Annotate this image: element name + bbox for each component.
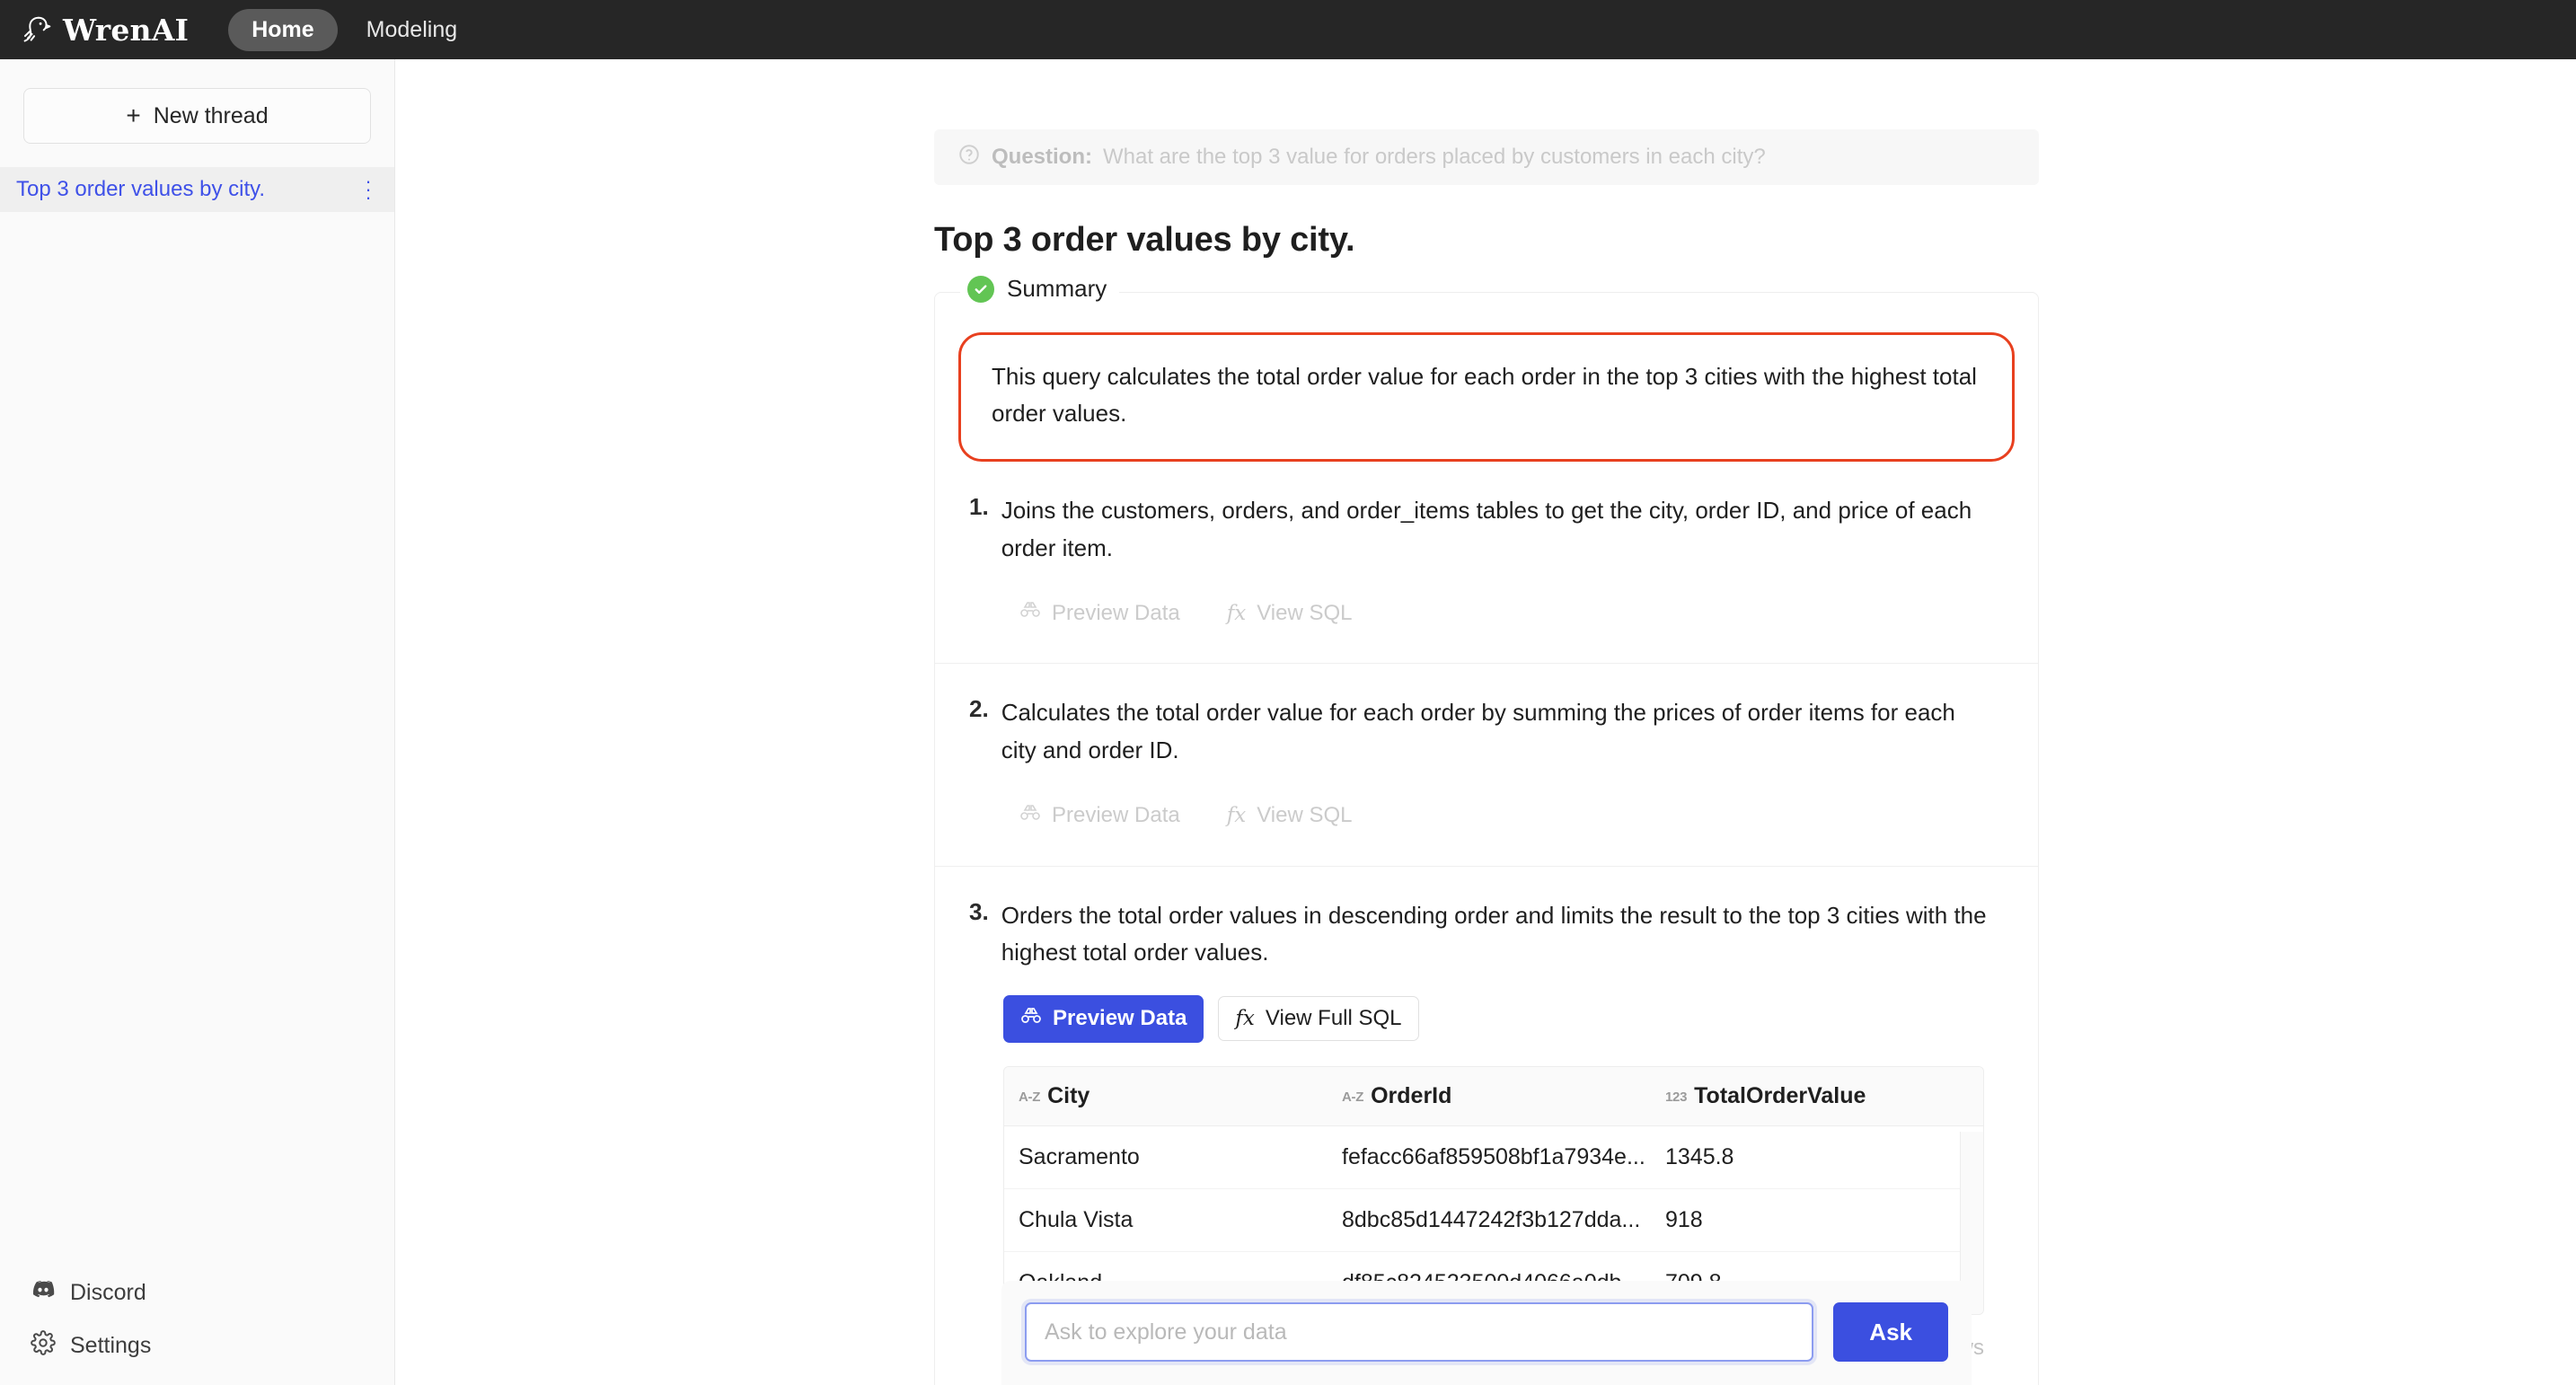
cell-total: 918: [1651, 1188, 1983, 1252]
preview-data-label: Preview Data: [1052, 803, 1180, 828]
cell-city: Chula Vista: [1004, 1188, 1328, 1252]
wren-bird-logo-icon: [18, 13, 52, 47]
preview-data-button-active[interactable]: Preview Data: [1003, 994, 1204, 1043]
step-text: Orders the total order values in descend…: [1001, 901, 1987, 966]
table-row: Chula Vista 8dbc85d1447242f3b127dda... 9…: [1004, 1188, 1983, 1252]
sidebar-footer: Discord Settings: [0, 1277, 394, 1385]
brand-name: WrenAI: [63, 12, 190, 48]
summary-highlight-annotation: This query calculates the total order va…: [958, 332, 2015, 463]
summary-legend: Summary: [960, 275, 1120, 303]
column-label-city: City: [1047, 1082, 1090, 1108]
gear-icon: [31, 1330, 56, 1362]
fx-icon: fx: [1226, 804, 1247, 828]
question-text: What are the top 3 value for orders plac…: [1103, 145, 1766, 169]
fx-icon: fx: [1226, 601, 1247, 625]
check-circle-icon: [967, 275, 994, 303]
view-full-sql-button[interactable]: fx View Full SQL: [1218, 996, 1419, 1042]
page-title: Top 3 order values by city.: [934, 221, 1355, 259]
nav-item-home[interactable]: Home: [228, 8, 338, 51]
nav-item-modeling[interactable]: Modeling: [343, 9, 481, 51]
plus-icon: +: [126, 101, 141, 129]
step-item: 2. Calculates the total order value for …: [935, 663, 2038, 865]
step-actions: Preview Data fx View SQL: [1003, 793, 2011, 839]
view-sql-button[interactable]: fx View SQL: [1211, 592, 1369, 635]
thread-item-selected[interactable]: Top 3 order values by city. · · ·: [0, 167, 394, 212]
more-vertical-icon[interactable]: · · ·: [355, 171, 373, 207]
view-sql-label: View SQL: [1257, 803, 1353, 828]
string-type-icon: A-Z: [1019, 1089, 1041, 1105]
sidebar-settings-label: Settings: [70, 1333, 152, 1358]
summary-card: Summary This query calculates the total …: [934, 275, 2039, 1385]
binoculars-icon: [1019, 599, 1041, 627]
sidebar-discord-label: Discord: [70, 1280, 146, 1305]
question-bar: Question: What are the top 3 value for o…: [934, 129, 2039, 185]
question-circle-icon: [957, 143, 981, 172]
summary-text: This query calculates the total order va…: [992, 363, 1977, 428]
binoculars-icon: [1020, 1005, 1042, 1033]
new-thread-label: New thread: [153, 102, 269, 128]
table-row: Sacramento fefacc66af859508bf1a7934e... …: [1004, 1125, 1983, 1189]
binoculars-icon: [1019, 802, 1041, 830]
cell-orderid: fefacc66af859508bf1a7934e...: [1328, 1125, 1651, 1189]
table-header-row: A-Z City A-Z OrderId 123 TotalOrderValue: [1004, 1066, 1983, 1126]
cell-total: 1345.8: [1651, 1125, 1983, 1189]
sidebar-item-discord[interactable]: Discord: [31, 1277, 394, 1309]
thread-title: Top 3 order values by city.: [16, 177, 266, 201]
step-actions: Preview Data fx View Full SQL: [1003, 994, 2011, 1043]
thread-list: Top 3 order values by city. · · ·: [0, 167, 394, 212]
preview-data-table: A-Z City A-Z OrderId 123 TotalOrderValue: [1003, 1065, 1984, 1315]
column-label-totalordervalue: TotalOrderValue: [1694, 1082, 1866, 1108]
step-item: 1. Joins the customers, orders, and orde…: [935, 462, 2038, 663]
preview-data-label: Preview Data: [1053, 1006, 1187, 1031]
view-sql-button[interactable]: fx View SQL: [1211, 794, 1369, 837]
column-label-orderid: OrderId: [1371, 1082, 1452, 1108]
question-label: Question:: [992, 145, 1092, 169]
discord-icon: [31, 1277, 56, 1309]
brand-logo[interactable]: WrenAI: [18, 13, 223, 48]
step-text: Calculates the total order value for eac…: [1001, 699, 1955, 763]
ask-panel: Ask: [1001, 1281, 1972, 1385]
step-number: 3.: [969, 897, 989, 925]
main-content: Question: What are the top 3 value for o…: [395, 59, 2576, 1385]
new-thread-button[interactable]: + New thread: [23, 88, 371, 144]
summary-legend-label: Summary: [1007, 275, 1107, 302]
preview-data-label: Preview Data: [1052, 600, 1180, 625]
thread-column: Question: What are the top 3 value for o…: [934, 59, 2039, 1385]
sidebar-item-settings[interactable]: Settings: [31, 1330, 394, 1362]
view-sql-label: View SQL: [1257, 600, 1353, 625]
ask-input[interactable]: [1025, 1302, 1814, 1362]
top-navigation-bar: WrenAI Home Modeling: [0, 0, 2576, 59]
fx-icon: fx: [1235, 1007, 1255, 1031]
ask-button[interactable]: Ask: [1833, 1302, 1948, 1362]
cell-city: Sacramento: [1004, 1125, 1328, 1189]
string-type-icon: A-Z: [1342, 1089, 1364, 1105]
cell-orderid: 8dbc85d1447242f3b127dda...: [1328, 1188, 1651, 1252]
number-type-icon: 123: [1665, 1089, 1688, 1105]
ask-dock: Ask: [934, 1281, 2039, 1385]
step-actions: Preview Data fx View SQL: [1003, 590, 2011, 636]
step-number: 2.: [969, 695, 989, 723]
column-header-orderid[interactable]: A-Z OrderId: [1328, 1066, 1651, 1126]
sidebar: + New thread Top 3 order values by city.…: [0, 59, 395, 1385]
column-header-totalordervalue[interactable]: 123 TotalOrderValue: [1651, 1066, 1983, 1126]
step-number: 1.: [969, 493, 989, 521]
preview-data-button[interactable]: Preview Data: [1003, 590, 1196, 636]
step-text: Joins the customers, orders, and order_i…: [1001, 497, 1972, 561]
column-header-city[interactable]: A-Z City: [1004, 1066, 1328, 1126]
view-full-sql-label: View Full SQL: [1265, 1006, 1402, 1031]
preview-data-button[interactable]: Preview Data: [1003, 793, 1196, 839]
